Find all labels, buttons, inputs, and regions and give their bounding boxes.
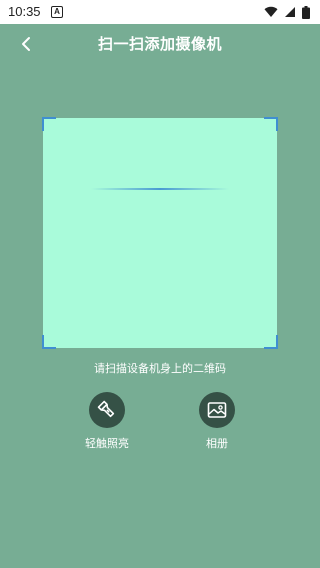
- flashlight-label: 轻触照亮: [85, 437, 129, 450]
- flashlight-circle[interactable]: [89, 392, 125, 428]
- status-icons: [264, 4, 310, 20]
- scan-corner-top-right: [264, 117, 278, 131]
- page-title: 扫一扫添加摄像机: [97, 35, 222, 53]
- flashlight-icon: [97, 400, 115, 418]
- header: 扫一扫添加摄像机: [0, 24, 320, 64]
- scan-corner-bottom-left: [42, 335, 56, 349]
- flashlight-button[interactable]: 轻触照亮: [67, 392, 147, 451]
- album-circle[interactable]: [199, 392, 235, 428]
- scan-hint: 请扫描设备机身上的二维码: [94, 362, 226, 375]
- album-label: 相册: [206, 437, 228, 450]
- status-time: 10:35: [8, 4, 41, 19]
- wifi-icon: [264, 6, 278, 18]
- album-button[interactable]: 相册: [177, 392, 257, 451]
- signal-icon: [285, 7, 295, 17]
- image-icon: [207, 402, 227, 418]
- a-box-icon: A: [51, 6, 63, 18]
- scan-corner-top-left: [42, 117, 56, 131]
- scan-line: [91, 188, 229, 190]
- status-bar: 10:35 A: [0, 0, 320, 24]
- battery-icon: [302, 5, 310, 19]
- scan-area: [42, 117, 278, 349]
- scan-corner-bottom-right: [264, 335, 278, 349]
